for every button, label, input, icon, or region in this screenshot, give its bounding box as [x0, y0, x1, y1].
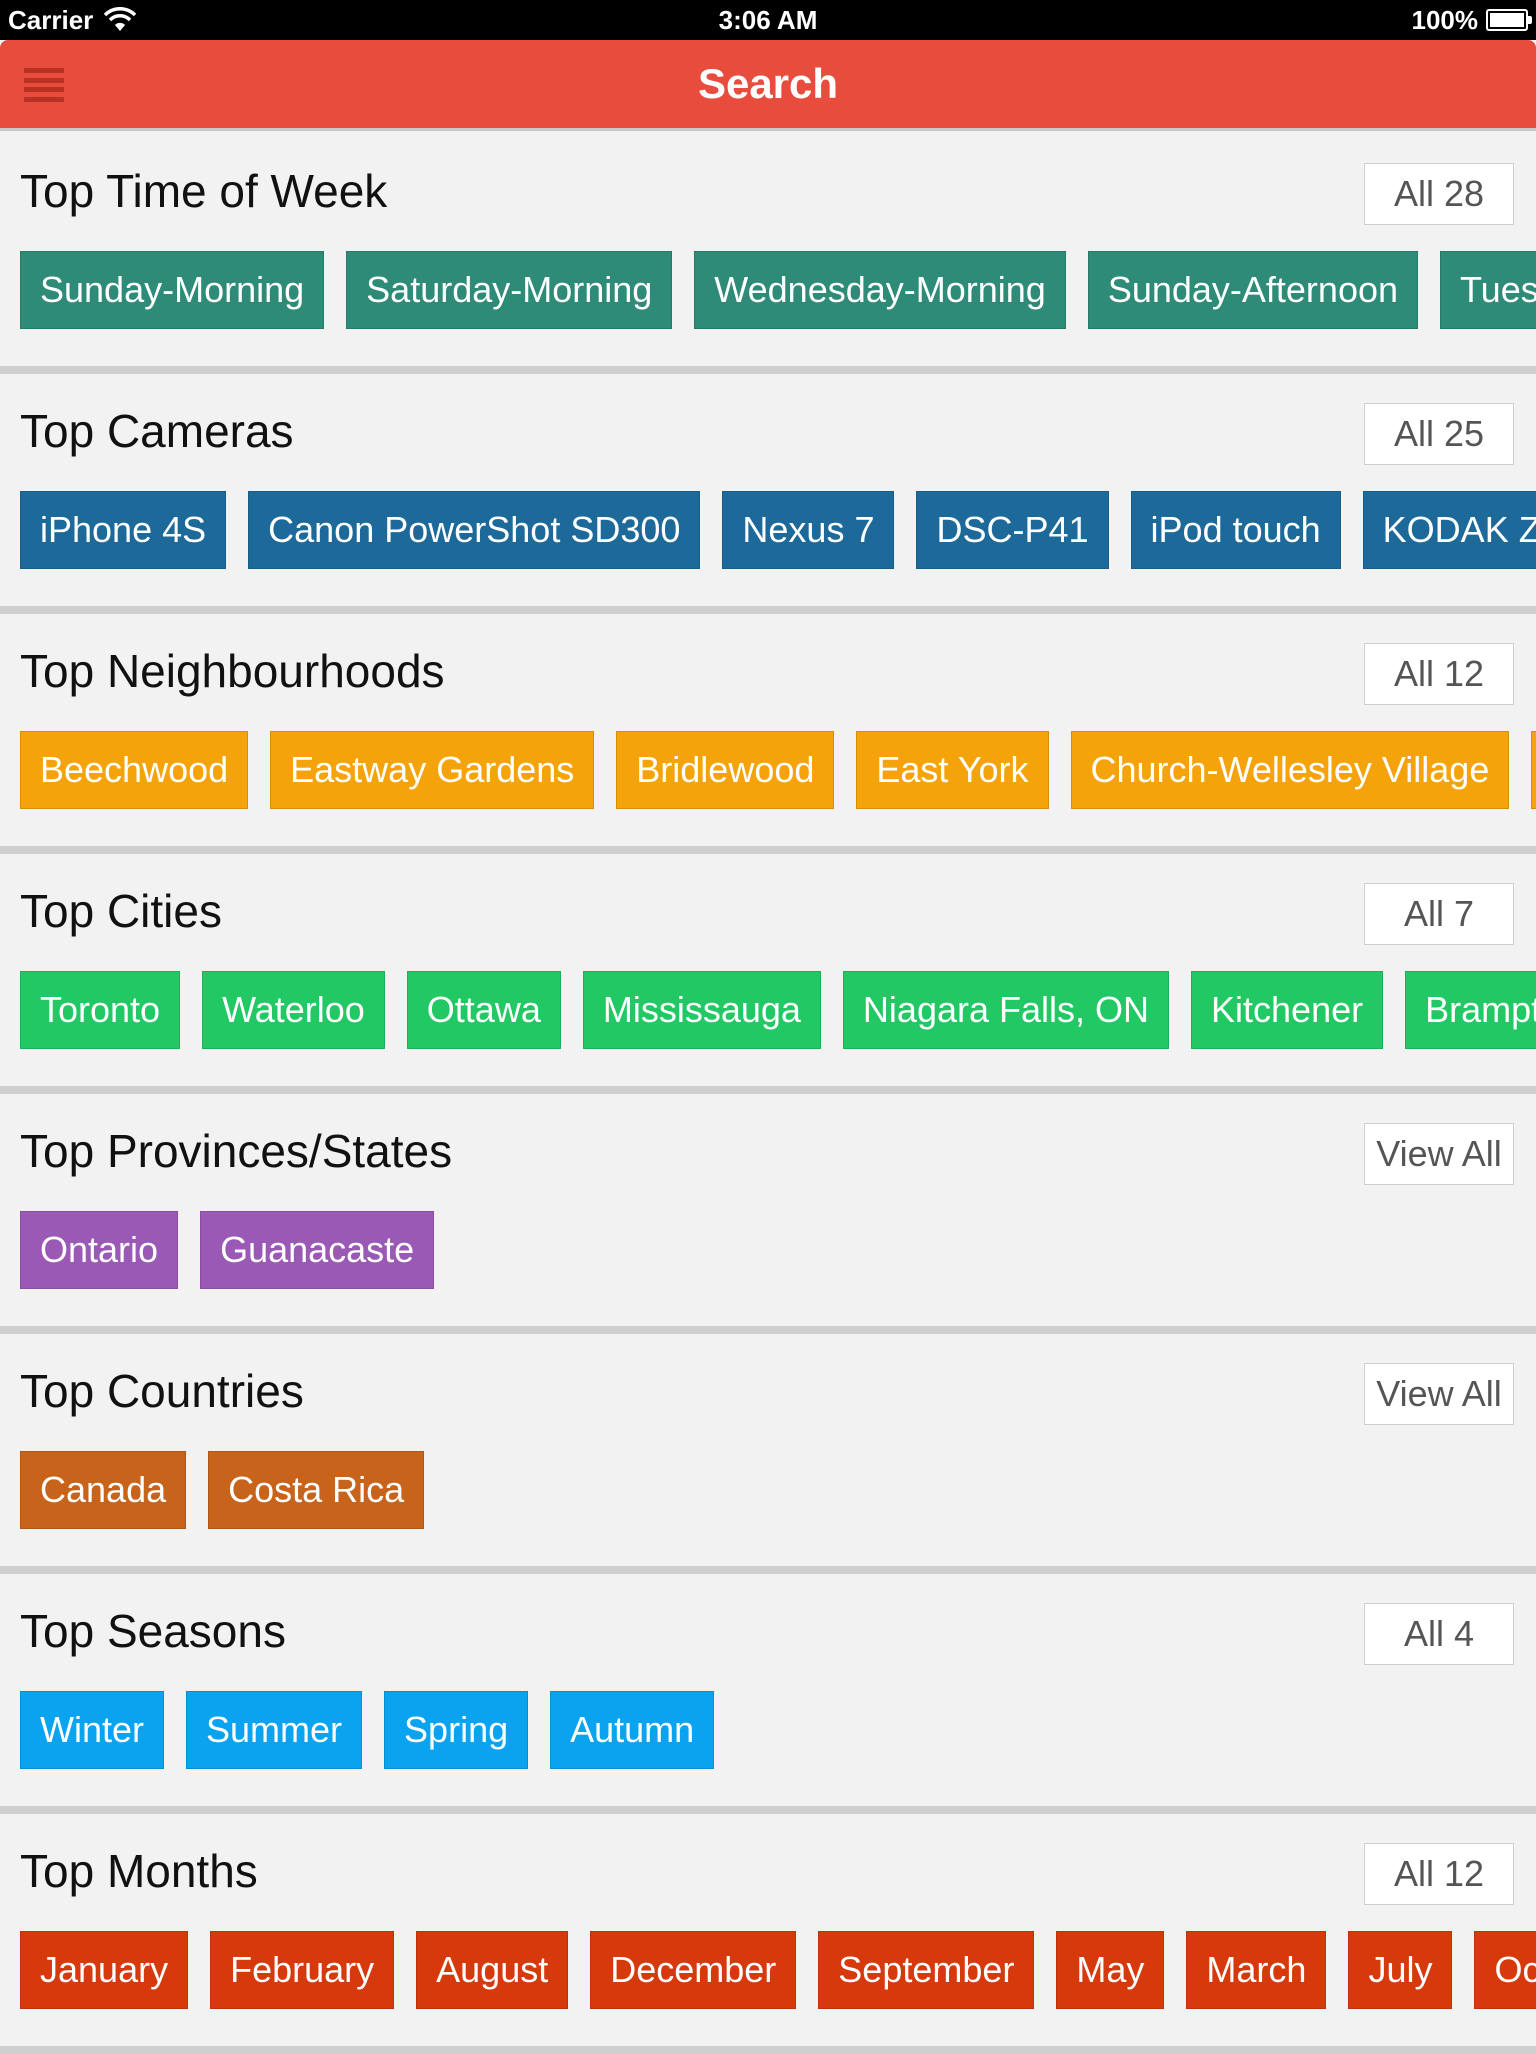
section-title: Top Seasons — [20, 1605, 286, 1657]
tag-chip[interactable]: Ottawa — [406, 971, 561, 1049]
tag-chip[interactable]: Sunday-Morning — [20, 251, 325, 329]
carrier-label: Carrier — [8, 4, 94, 35]
tag-chip[interactable]: Winter — [20, 1691, 165, 1769]
tag-list: Beechwood Eastway Gardens Bridlewood East Y… — [20, 731, 1536, 811]
tag-chip[interactable]: Toronto — [20, 971, 181, 1049]
tag-list: Ontario Guanacaste — [20, 1211, 1536, 1291]
tag-chip[interactable]: July — [1348, 1931, 1453, 2009]
tag-chip[interactable]: DSC-P41 — [916, 491, 1109, 569]
tag-chip[interactable]: January — [20, 1931, 189, 2009]
section-provinces: Top Provinces/States View All Ontario Guana… — [0, 1094, 1536, 1334]
menu-icon-line — [24, 96, 64, 102]
tag-chip[interactable]: Ontario — [20, 1211, 179, 1289]
tag-chip[interactable]: iPod touch — [1130, 491, 1341, 569]
tag-chip[interactable]: East York — [856, 731, 1049, 809]
view-all-button[interactable]: All 4 — [1364, 1603, 1514, 1665]
section-seasons: Top Seasons All 4 Winter Summer Spring Autumn — [0, 1574, 1536, 1814]
tag-chip[interactable]: August — [416, 1931, 569, 2009]
status-right: 100% — [1411, 4, 1532, 36]
tag-list: January February August December September Ma… — [20, 1931, 1536, 2011]
tag-list: iPhone 4S Canon PowerShot SD300 Nexus 7 DSC… — [20, 491, 1536, 571]
tag-chip[interactable]: Sunday-Afternoon — [1087, 251, 1419, 329]
tag-chip[interactable]: KODAK Z12 — [1362, 491, 1536, 569]
tag-chip[interactable]: iPhone 4S — [20, 491, 227, 569]
battery-fill — [1490, 13, 1524, 27]
wifi-icon — [104, 7, 137, 31]
tag-chip[interactable]: Mississauga — [582, 971, 821, 1049]
menu-icon-line — [24, 68, 64, 73]
section-neighbourhoods: Top Neighbourhoods All 12 Beechwood Eastway… — [0, 614, 1536, 854]
tag-list: Winter Summer Spring Autumn — [20, 1691, 1536, 1771]
tag-chip[interactable]: Spring — [384, 1691, 529, 1769]
tag-chip[interactable]: Autumn — [550, 1691, 715, 1769]
view-all-button[interactable]: All 25 — [1364, 403, 1514, 465]
tag-list: Sunday-Morning Saturday-Morning Wednesday-… — [20, 251, 1536, 331]
view-all-button[interactable]: All 12 — [1364, 643, 1514, 705]
hamburger-menu-icon[interactable] — [24, 68, 64, 102]
tag-list: Toronto Waterloo Ottawa Mississauga Niagara … — [20, 971, 1536, 1051]
section-cameras: Top Cameras All 25 iPhone 4S Canon PowerSho… — [0, 374, 1536, 614]
status-left: Carrier — [8, 5, 137, 36]
section-title: Top Time of Week — [20, 165, 388, 217]
tag-chip[interactable]: Brampton — [1405, 971, 1536, 1049]
section-title: Top Countries — [20, 1365, 304, 1417]
tag-chip[interactable]: Waterloo — [202, 971, 385, 1049]
tag-chip[interactable]: Beechwood — [20, 731, 249, 809]
page-title: Search — [697, 60, 839, 107]
status-bar: Carrier 3:06 AM 100% — [0, 0, 1536, 40]
view-all-button[interactable]: View All — [1364, 1123, 1514, 1185]
section-title: Top Neighbourhoods — [20, 645, 445, 697]
tag-chip[interactable]: Canon PowerShot SD300 — [248, 491, 701, 569]
tag-chip[interactable]: Wednesday-Morning — [694, 251, 1066, 329]
section-countries: Top Countries View All Canada Costa Rica — [0, 1334, 1536, 1574]
view-all-button[interactable]: All 28 — [1364, 163, 1514, 225]
tag-chip[interactable]: Canada — [20, 1451, 187, 1529]
menu-icon-line — [24, 87, 64, 93]
section-title: Top Cameras — [20, 405, 294, 457]
search-content: Top Time of Week All 28 Sunday-Morning Satu… — [0, 134, 1536, 2054]
status-time: 3:06 AM — [718, 4, 818, 35]
tag-chip[interactable]: October — [1474, 1931, 1536, 2009]
tag-chip[interactable]: Summer — [186, 1691, 363, 1769]
tag-chip[interactable]: Saturday-Morning — [346, 251, 673, 329]
battery-percent: 100% — [1411, 4, 1479, 35]
tag-chip[interactable]: Costa Rica — [208, 1451, 425, 1529]
tag-chip[interactable]: September — [818, 1931, 1035, 2009]
tag-chip[interactable]: Nexus 7 — [722, 491, 895, 569]
section-title: Top Months — [20, 1845, 258, 1897]
tag-chip[interactable]: May — [1056, 1931, 1165, 2009]
tag-chip[interactable]: Tuesday — [1440, 251, 1536, 329]
section-time-of-week: Top Time of Week All 28 Sunday-Morning Satu… — [0, 134, 1536, 374]
tag-chip[interactable]: Niagara Falls, ON — [842, 971, 1170, 1049]
tag-list: Canada Costa Rica — [20, 1451, 1536, 1531]
navigation-bar: Search — [0, 40, 1536, 128]
tag-chip[interactable]: February — [210, 1931, 395, 2009]
tag-chip[interactable]: March — [1186, 1931, 1327, 2009]
tag-chip[interactable]: Church-Wellesley Village — [1070, 731, 1510, 809]
tag-chip[interactable]: Kitchener — [1191, 971, 1384, 1049]
view-all-button[interactable]: View All — [1364, 1363, 1514, 1425]
section-title: Top Cities — [20, 885, 222, 937]
tag-chip[interactable]: Guanacaste — [200, 1211, 435, 1289]
view-all-button[interactable]: All 12 — [1364, 1843, 1514, 1905]
tag-chip[interactable]: Bridlewood — [616, 731, 835, 809]
battery-icon — [1486, 9, 1532, 31]
section-months: Top Months All 12 January February August Dec… — [0, 1814, 1536, 2054]
tag-chip[interactable]: Eastway Gardens — [270, 731, 595, 809]
view-all-button[interactable]: All 7 — [1364, 883, 1514, 945]
tag-chip[interactable]: December — [590, 1931, 797, 2009]
tag-chip[interactable]: F — [1531, 731, 1536, 809]
menu-icon-line — [24, 77, 64, 83]
section-cities: Top Cities All 7 Toronto Waterloo Ottawa Miss… — [0, 854, 1536, 1094]
section-title: Top Provinces/States — [20, 1125, 453, 1177]
